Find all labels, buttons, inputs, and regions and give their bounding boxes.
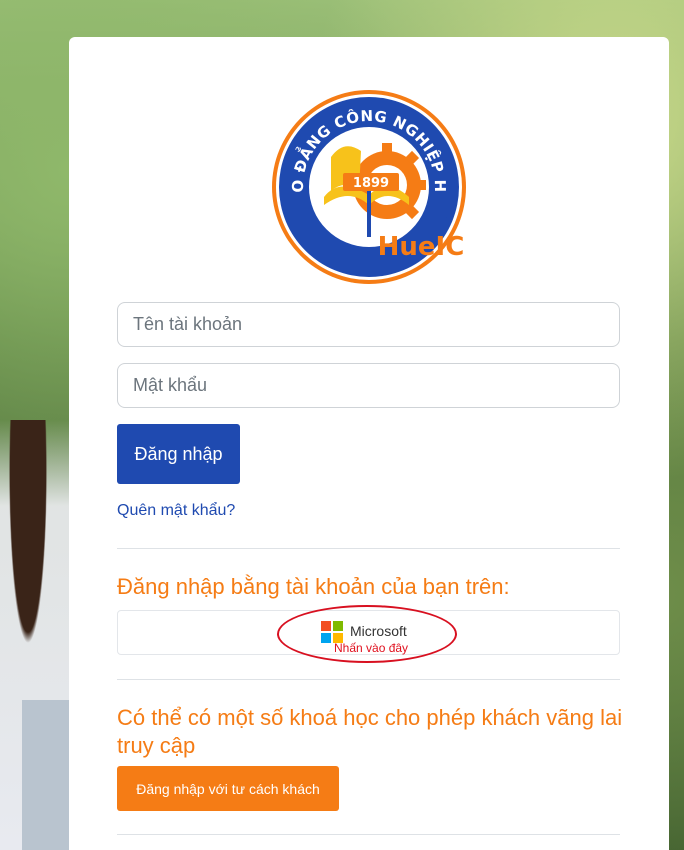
logo-brand: HueIC xyxy=(378,232,465,262)
microsoft-label: Microsoft xyxy=(350,623,407,639)
guest-login-button[interactable]: Đăng nhập với tư cách khách xyxy=(117,766,339,811)
password-input[interactable] xyxy=(117,363,620,408)
click-here-hint: Nhấn vào đây xyxy=(334,641,409,655)
divider xyxy=(117,679,620,680)
external-login-heading: Đăng nhập bằng tài khoản của bạn trên: xyxy=(117,574,510,599)
forgot-password-link[interactable]: Quên mật khẩu? xyxy=(117,502,235,520)
background-photo-pole xyxy=(22,700,70,850)
username-input[interactable] xyxy=(117,302,620,347)
login-card: 1899 CAO ĐẲNG CÔNG NGHIỆP HUẾ HueIC Đăng… xyxy=(69,37,669,850)
logo-year: 1899 xyxy=(353,176,389,191)
school-logo-graphic: 1899 CAO ĐẲNG CÔNG NGHIỆP HUẾ HueIC xyxy=(263,70,466,284)
login-button[interactable]: Đăng nhập xyxy=(117,424,240,484)
guest-access-heading: Có thể có một số khoá học cho phép khách… xyxy=(117,705,623,758)
school-logo: 1899 CAO ĐẲNG CÔNG NGHIỆP HUẾ HueIC xyxy=(263,70,469,287)
divider xyxy=(117,548,620,549)
microsoft-icon xyxy=(321,621,343,643)
microsoft-login-button[interactable]: Microsoft Nhấn vào đây xyxy=(117,610,620,655)
divider xyxy=(117,834,620,835)
